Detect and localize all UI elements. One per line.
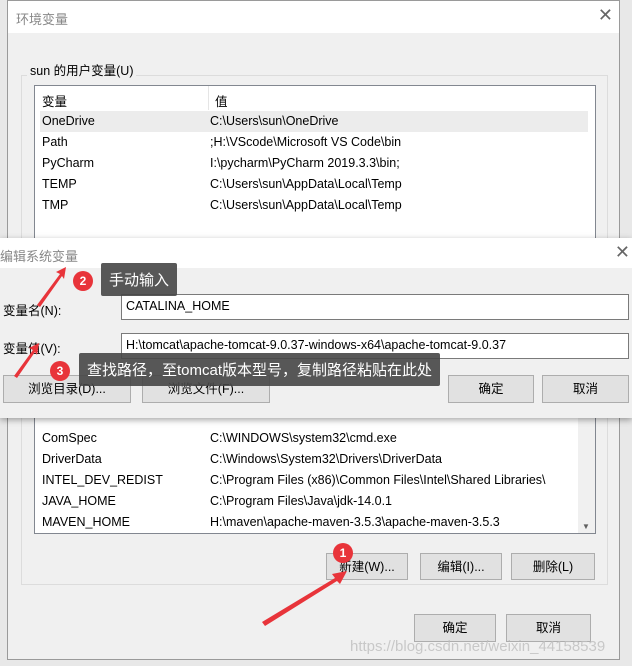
arrow-1	[262, 571, 347, 626]
arrow-3	[14, 343, 39, 378]
watermark: https://blog.csdn.net/weixin_44158539	[350, 638, 606, 655]
annotation-badge-1: 1	[333, 543, 353, 563]
callout-find-path: 查找路径，至tomcat版本型号，复制路径粘贴在此处	[79, 353, 441, 386]
annotation-badge-3: 3	[50, 361, 70, 381]
arrow-2	[37, 267, 66, 307]
annotation-badge-2: 2	[73, 271, 93, 291]
annotation-arrows	[14, 267, 347, 626]
callout-manual-input: 手动输入	[101, 263, 178, 296]
